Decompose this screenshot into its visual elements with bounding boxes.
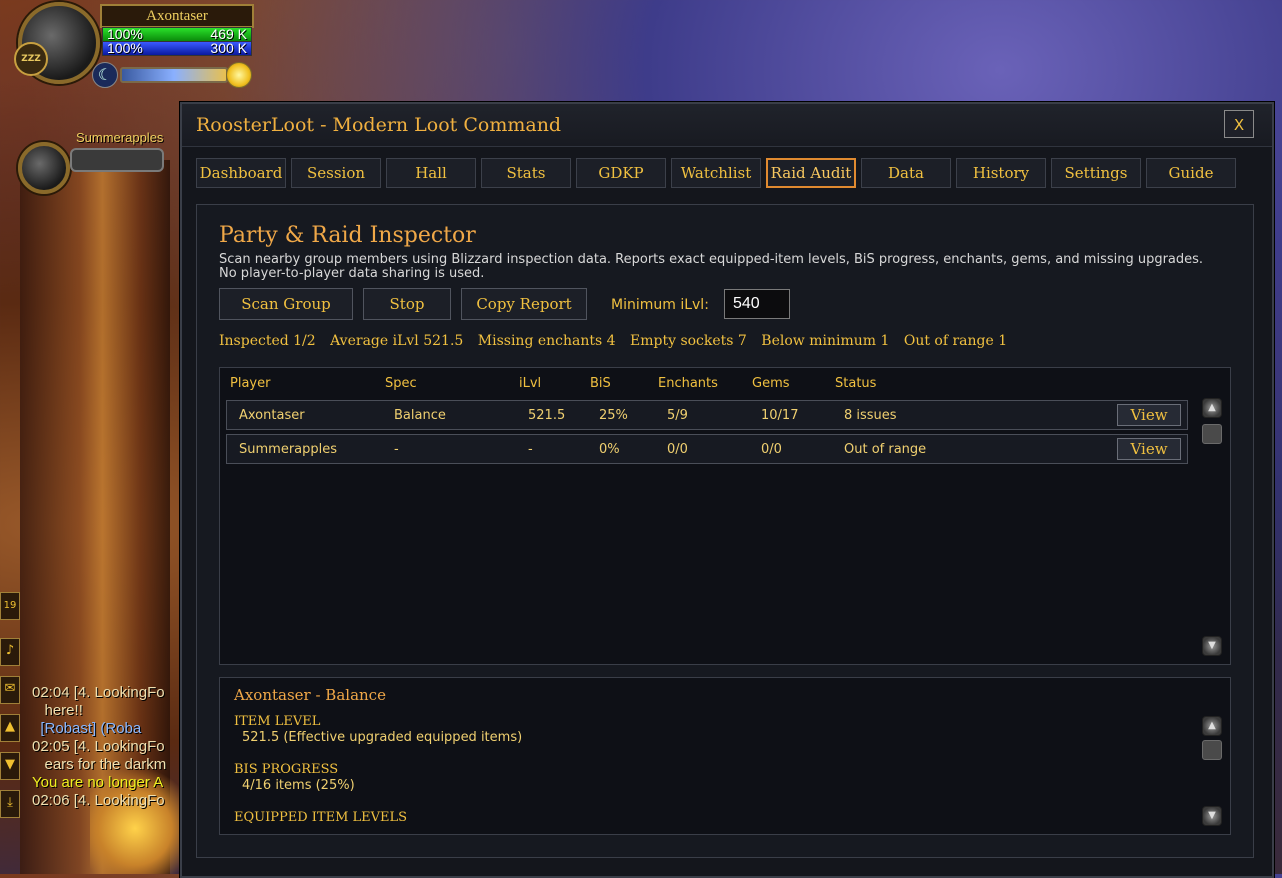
detail-panel: Axontaser - Balance ITEM LEVEL 521.5 (Ef…: [219, 677, 1231, 835]
equipped-heading: EQUIPPED ITEM LEVELS: [234, 810, 408, 825]
mana-value: 300 K: [210, 40, 247, 56]
tab-watchlist[interactable]: Watchlist: [671, 158, 761, 188]
tab-session[interactable]: Session: [291, 158, 381, 188]
tab-history[interactable]: History: [956, 158, 1046, 188]
cell-bis: 0%: [599, 442, 620, 457]
player-name: Axontaser: [100, 4, 254, 28]
eclipse-track: [120, 67, 228, 83]
column-header-spec[interactable]: Spec: [385, 376, 417, 391]
window-titlebar[interactable]: RoosterLoot - Modern Loot Command X: [182, 104, 1272, 147]
scan-group-button[interactable]: Scan Group: [219, 288, 353, 320]
panel-description: Scan nearby group members using Blizzard…: [219, 252, 1204, 281]
summary-range: Out of range 1: [903, 333, 1008, 349]
close-button[interactable]: X: [1224, 110, 1254, 138]
tab-hall[interactable]: Hall: [386, 158, 476, 188]
summary-below: Below minimum 1: [761, 333, 890, 349]
chat-line: ears for the darkm: [32, 756, 167, 773]
chat-line: here!!: [32, 702, 83, 719]
sun-icon: [226, 62, 252, 88]
audit-summary: Inspected 1/2 Average iLvl 521.5 Missing…: [219, 333, 1017, 349]
detail-scroll-up-icon[interactable]: ▲: [1202, 716, 1222, 736]
table-scroll-up-icon[interactable]: ▲: [1202, 398, 1222, 418]
min-ilvl-input[interactable]: 540: [724, 289, 790, 319]
scroll-down-icon[interactable]: ▼: [0, 752, 20, 780]
inspect-table: ▲ ▼ Player Spec iLvl BiS Enchants Gems Status A…: [219, 367, 1231, 665]
column-header-status[interactable]: Status: [835, 376, 876, 391]
moon-icon: ☾: [92, 62, 118, 88]
voice-icon[interactable]: ♪: [0, 638, 20, 666]
bis-progress-heading: BIS PROGRESS: [234, 762, 339, 777]
tab-guide[interactable]: Guide: [1146, 158, 1236, 188]
summary-average: Average iLvl 521.5: [330, 333, 464, 349]
table-row[interactable]: Axontaser Balance 521.5 25% 5/9 10/17 8 issues…: [226, 400, 1188, 430]
chat-bubble-icon[interactable]: ✉: [0, 676, 20, 704]
tab-settings[interactable]: Settings: [1051, 158, 1141, 188]
rest-icon: ZZZ: [14, 42, 48, 76]
column-header-enchants[interactable]: Enchants: [658, 376, 718, 391]
tab-dashboard[interactable]: Dashboard: [196, 158, 286, 188]
table-scroll-down-icon[interactable]: ▼: [1202, 636, 1222, 656]
tab-stats[interactable]: Stats: [481, 158, 571, 188]
chat-frame[interactable]: 02:04 [4. LookingFo here!! [Robast] (Rob…: [32, 684, 180, 824]
social-icon[interactable]: 19: [0, 592, 20, 620]
cell-gems: 10/17: [761, 408, 799, 423]
summary-sockets: Empty sockets 7: [630, 333, 747, 349]
tab-raid-audit[interactable]: Raid Audit: [766, 158, 856, 188]
panel-title: Party & Raid Inspector: [219, 223, 476, 248]
cell-status: Out of range: [844, 442, 927, 457]
table-scroll-thumb[interactable]: [1202, 424, 1222, 444]
cell-ilvl: 521.5: [528, 408, 566, 423]
chat-line: 02:04 [4. LookingFo: [32, 684, 165, 701]
view-button[interactable]: View: [1117, 404, 1181, 426]
detail-scroll-down-icon[interactable]: ▼: [1202, 806, 1222, 826]
tab-gdkp[interactable]: GDKP: [576, 158, 666, 188]
cell-ilvl: -: [528, 442, 533, 457]
social-count: 19: [3, 600, 17, 611]
cell-enchants: 0/0: [667, 442, 688, 457]
chat-line: 02:06 [4. LookingFo: [32, 792, 165, 809]
column-header-bis[interactable]: BiS: [590, 376, 611, 391]
cell-spec: Balance: [394, 408, 446, 423]
party-member-name: Summerapples: [76, 130, 164, 145]
stop-button[interactable]: Stop: [363, 288, 451, 320]
scroll-up-icon[interactable]: ▲: [0, 714, 20, 742]
min-ilvl-label: Minimum iLvl:: [611, 297, 709, 313]
summary-inspected: Inspected 1/2: [219, 333, 316, 349]
cell-player: Summerapples: [239, 442, 338, 457]
cell-enchants: 5/9: [667, 408, 688, 423]
scroll-bottom-icon[interactable]: ⤓: [0, 790, 20, 818]
party-health-bar: [70, 148, 164, 172]
tab-bar: Dashboard Session Hall Stats GDKP Watchlist Ra…: [196, 158, 1256, 190]
cell-status: 8 issues: [844, 408, 897, 423]
chat-line: You are no longer A: [32, 774, 164, 791]
tab-data[interactable]: Data: [861, 158, 951, 188]
column-header-player[interactable]: Player: [230, 376, 270, 391]
cell-spec: -: [394, 442, 399, 457]
table-row[interactable]: Summerapples - - 0% 0/0 0/0 Out of range View: [226, 434, 1188, 464]
view-button[interactable]: View: [1117, 438, 1181, 460]
rooster-loot-window: RoosterLoot - Modern Loot Command X Dash…: [180, 102, 1274, 878]
detail-title: Axontaser - Balance: [234, 686, 386, 704]
raid-audit-panel: Party & Raid Inspector Scan nearby group…: [196, 204, 1254, 858]
chat-line: 02:05 [4. LookingFo: [32, 738, 165, 755]
column-header-gems[interactable]: Gems: [752, 376, 790, 391]
chat-line: [Robast] (Roba: [32, 720, 142, 737]
player-mana-bar: 100% 300 K: [102, 41, 252, 56]
item-level-value: 521.5 (Effective upgraded equipped items…: [242, 730, 523, 745]
cell-player: Axontaser: [239, 408, 305, 423]
eclipse-bar: ☾: [92, 62, 252, 88]
party-portrait[interactable]: [18, 142, 70, 194]
cell-bis: 25%: [599, 408, 628, 423]
detail-scroll-thumb[interactable]: [1202, 740, 1222, 760]
bis-progress-value: 4/16 items (25%): [242, 778, 355, 793]
window-title: RoosterLoot - Modern Loot Command: [196, 114, 562, 136]
copy-report-button[interactable]: Copy Report: [461, 288, 587, 320]
mana-percent: 100%: [107, 40, 143, 56]
summary-enchants: Missing enchants 4: [477, 333, 616, 349]
column-header-ilvl[interactable]: iLvl: [519, 376, 541, 391]
item-level-heading: ITEM LEVEL: [234, 714, 321, 729]
cell-gems: 0/0: [761, 442, 782, 457]
